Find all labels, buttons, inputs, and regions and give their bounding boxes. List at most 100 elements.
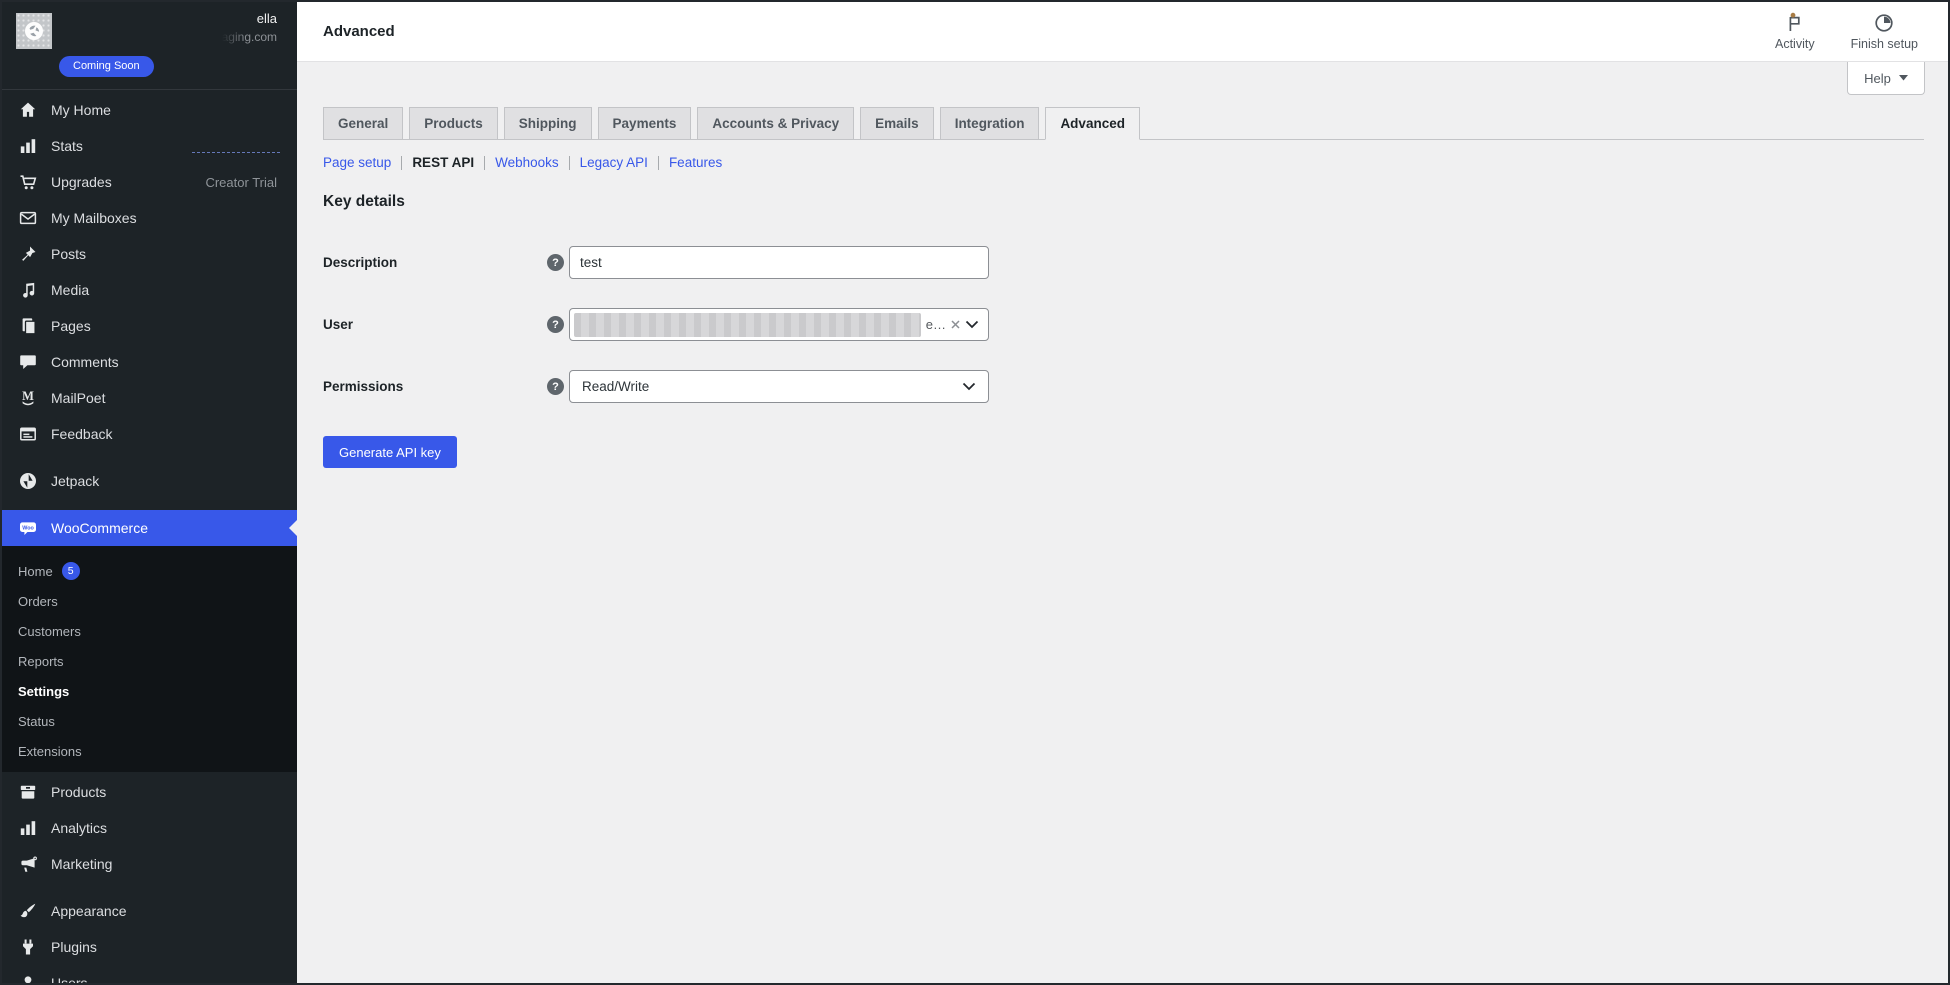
- submenu-item-home[interactable]: Home 5: [2, 556, 297, 586]
- settings-content: General Products Shipping Payments Accou…: [297, 62, 1948, 983]
- help-icon[interactable]: ?: [547, 254, 564, 271]
- submenu-item-label: Status: [18, 714, 55, 729]
- sidebar-item-mailpoet[interactable]: M MailPoet: [2, 380, 297, 416]
- mail-icon: [18, 208, 38, 228]
- woocommerce-submenu: Home 5 Orders Customers Reports Settings…: [2, 546, 297, 772]
- pushpin-icon: [18, 244, 38, 264]
- sidebar-item-comments[interactable]: Comments: [2, 344, 297, 380]
- sidebar-item-products[interactable]: Products: [2, 774, 297, 810]
- sidebar-item-analytics[interactable]: Analytics: [2, 810, 297, 846]
- cart-icon: [18, 172, 38, 192]
- permissions-select[interactable]: Read/Write: [569, 370, 989, 403]
- activity-button[interactable]: Activity: [1775, 12, 1815, 51]
- subnav-divider: [658, 156, 659, 170]
- sidebar-item-appearance[interactable]: Appearance: [2, 893, 297, 929]
- sidebar-item-posts[interactable]: Posts: [2, 236, 297, 272]
- tab-general[interactable]: General: [323, 107, 403, 140]
- site-domain: aging.com: [222, 30, 277, 44]
- tab-advanced[interactable]: Advanced: [1045, 107, 1140, 140]
- sidebar-item-label: Plugins: [51, 939, 97, 955]
- permissions-value: Read/Write: [582, 379, 649, 394]
- finish-setup-clock-icon: [1873, 12, 1895, 34]
- mailpoet-icon: M: [18, 388, 38, 408]
- sidebar-item-pages[interactable]: Pages: [2, 308, 297, 344]
- sidebar-item-label: Pages: [51, 318, 91, 334]
- sidebar-item-label: My Mailboxes: [51, 210, 137, 226]
- analytics-bars-icon: [18, 818, 38, 838]
- help-icon[interactable]: ?: [547, 316, 564, 333]
- user-select[interactable]: e…: [569, 308, 989, 341]
- sidebar-item-my-mailboxes[interactable]: My Mailboxes: [2, 200, 297, 236]
- finish-setup-label: Finish setup: [1851, 37, 1918, 51]
- redacted-user-value: [574, 313, 921, 337]
- sidebar-item-label: My Home: [51, 102, 111, 118]
- settings-tabs: General Products Shipping Payments Accou…: [323, 107, 1924, 140]
- sidebar-item-label: Products: [51, 784, 106, 800]
- help-icon[interactable]: ?: [547, 378, 564, 395]
- product-box-icon: [18, 782, 38, 802]
- sidebar-item-marketing[interactable]: Marketing: [2, 846, 297, 882]
- sidebar-item-woocommerce[interactable]: Woo WooCommerce: [2, 510, 297, 546]
- subnav-page-setup[interactable]: Page setup: [323, 155, 391, 170]
- submenu-item-reports[interactable]: Reports: [2, 646, 297, 676]
- tab-integration[interactable]: Integration: [940, 107, 1040, 140]
- sidebar-item-label: Stats: [51, 138, 83, 154]
- person-icon: [18, 973, 38, 985]
- submenu-item-settings[interactable]: Settings: [2, 676, 297, 706]
- user-value-truncated: e…: [926, 317, 946, 332]
- topbar-actions: Activity Finish setup: [1775, 12, 1918, 51]
- sidebar: ella aging.com Coming Soon My Home Stats: [2, 2, 297, 983]
- submenu-item-extensions[interactable]: Extensions: [2, 736, 297, 766]
- subnav-rest-api[interactable]: REST API: [412, 155, 474, 170]
- coming-soon-badge[interactable]: Coming Soon: [59, 56, 154, 77]
- megaphone-icon: [18, 854, 38, 874]
- description-input[interactable]: [569, 246, 989, 279]
- sidebar-item-users[interactable]: Users: [2, 965, 297, 985]
- activity-label: Activity: [1775, 37, 1815, 51]
- sidebar-menu: My Home Stats Upgrades Creator Trial My: [2, 90, 297, 546]
- subnav-webhooks[interactable]: Webhooks: [495, 155, 559, 170]
- permissions-label: Permissions: [323, 379, 547, 394]
- submenu-item-label: Customers: [18, 624, 81, 639]
- sidebar-item-my-home[interactable]: My Home: [2, 92, 297, 128]
- user-label: User: [323, 317, 547, 332]
- sidebar-item-label: Feedback: [51, 426, 112, 442]
- sidebar-item-upgrades[interactable]: Upgrades Creator Trial: [2, 164, 297, 200]
- subnav-legacy-api[interactable]: Legacy API: [580, 155, 648, 170]
- submenu-item-label: Settings: [18, 684, 69, 699]
- sidebar-item-stats[interactable]: Stats: [2, 128, 297, 164]
- topbar: Advanced Activity Finish setup: [297, 2, 1948, 62]
- submenu-item-orders[interactable]: Orders: [2, 586, 297, 616]
- submenu-item-customers[interactable]: Customers: [2, 616, 297, 646]
- submenu-item-label: Extensions: [18, 744, 82, 759]
- subnav-divider: [484, 156, 485, 170]
- sidebar-item-plugins[interactable]: Plugins: [2, 929, 297, 965]
- activity-flag-icon: [1784, 12, 1806, 34]
- sidebar-item-jetpack[interactable]: Jetpack: [2, 463, 297, 499]
- sidebar-item-media[interactable]: Media: [2, 272, 297, 308]
- upgrades-plan-label: Creator Trial: [205, 175, 277, 190]
- advanced-subnav: Page setup REST API Webhooks Legacy API …: [323, 155, 1924, 170]
- tab-products[interactable]: Products: [409, 107, 498, 140]
- sidebar-item-label: Marketing: [51, 856, 112, 872]
- sidebar-item-label: Upgrades: [51, 174, 112, 190]
- tab-accounts-privacy[interactable]: Accounts & Privacy: [697, 107, 854, 140]
- clear-x-icon[interactable]: [951, 320, 960, 329]
- submenu-item-status[interactable]: Status: [2, 706, 297, 736]
- sidebar-item-feedback[interactable]: Feedback: [2, 416, 297, 452]
- tab-shipping[interactable]: Shipping: [504, 107, 592, 140]
- finish-setup-button[interactable]: Finish setup: [1851, 12, 1918, 51]
- description-row: Description ?: [323, 246, 1924, 279]
- tab-payments[interactable]: Payments: [598, 107, 692, 140]
- site-identity: ella aging.com: [222, 11, 277, 44]
- subnav-divider: [401, 156, 402, 170]
- tab-emails[interactable]: Emails: [860, 107, 934, 140]
- subnav-features[interactable]: Features: [669, 155, 722, 170]
- submenu-item-label: Reports: [18, 654, 64, 669]
- generate-api-key-button[interactable]: Generate API key: [323, 436, 457, 468]
- site-logo[interactable]: [16, 13, 52, 49]
- sidebar-menu-lower: Products Analytics Marketing Appearance: [2, 772, 297, 985]
- sidebar-site-header: ella aging.com Coming Soon: [2, 2, 297, 90]
- sidebar-item-label: WooCommerce: [51, 520, 148, 536]
- plug-icon: [18, 937, 38, 957]
